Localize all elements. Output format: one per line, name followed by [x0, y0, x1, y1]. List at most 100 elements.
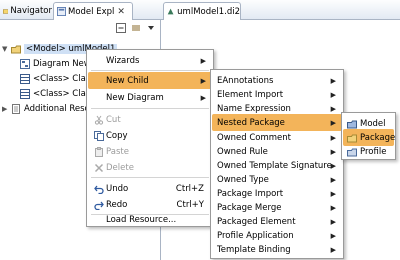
submenu-arrow-icon: ▶	[330, 76, 336, 85]
tab-navigator-label: Navigator	[10, 6, 52, 16]
diagram-file-icon	[167, 8, 174, 15]
editor-tab-bar: umlModel1.di2	[161, 0, 400, 20]
profile-icon	[347, 148, 357, 156]
tree-item-label: <Class> Clas	[33, 74, 91, 84]
tab-navigator[interactable]: Navigator	[0, 2, 52, 20]
submenu-arrow-icon: ▶	[330, 104, 336, 113]
menu-item-shortcut: Ctrl+Y	[176, 199, 204, 210]
tree-item-additional-resources[interactable]: ▶ Additional Resou	[2, 102, 95, 116]
menu-item-profile[interactable]: Profile	[343, 143, 394, 160]
submenu-arrow-icon: ▶	[200, 93, 206, 102]
tab-model-explorer[interactable]: Model Expl ✕	[53, 2, 133, 20]
menu-item-label: Paste	[106, 146, 129, 157]
tree-item-class[interactable]: <Class> Clas	[20, 72, 90, 86]
menu-item-label: Owned Template Signature	[217, 160, 332, 171]
menu-item-label: Owned Comment	[217, 132, 292, 143]
nested-package-submenu: Model Package Profile	[341, 112, 396, 160]
menu-item-label: Owned Rule	[217, 146, 268, 157]
submenu-arrow-icon: ▶	[330, 217, 336, 226]
menu-item-paste[interactable]: Paste	[88, 143, 212, 160]
submenu-arrow-icon: ▶	[330, 161, 336, 170]
tree-item-label: Diagram New	[33, 59, 91, 69]
tree-item-label: Additional Resou	[24, 104, 96, 114]
resources-icon	[12, 104, 20, 114]
menu-item-label: Delete	[106, 162, 134, 173]
context-menu: Wizards ▶ New Child ▶ New Diagram ▶ Cut …	[86, 49, 214, 227]
menu-separator	[91, 70, 209, 71]
menu-separator	[91, 177, 209, 178]
menu-item-label: Package	[360, 132, 396, 143]
view-menu-icon[interactable]	[146, 23, 156, 33]
paste-icon	[95, 146, 103, 157]
menu-item-label: Package Import	[217, 188, 284, 199]
menu-item-label: Model	[360, 118, 386, 129]
menu-item-new-child[interactable]: New Child ▶	[88, 72, 212, 89]
tab-editor-label: umlModel1.di2	[177, 6, 240, 17]
close-icon[interactable]: ✕	[117, 7, 125, 17]
menu-item-label: Cut	[106, 114, 121, 125]
undo-icon	[94, 185, 104, 194]
new-child-submenu: EAnnotations ▶ Element Import ▶ Name Exp…	[210, 69, 344, 259]
class-icon	[20, 74, 30, 84]
menu-item-label: Copy	[106, 130, 128, 141]
submenu-arrow-icon: ▶	[200, 76, 206, 85]
menu-item-label: New Diagram	[106, 92, 164, 103]
collapse-all-icon[interactable]	[116, 23, 126, 33]
menu-item-label: Owned Type	[217, 174, 269, 185]
menu-item-label: Packaged Element	[217, 216, 296, 227]
submenu-arrow-icon: ▶	[330, 231, 336, 240]
menu-item-delete[interactable]: Delete	[88, 159, 212, 176]
submenu-arrow-icon: ▶	[200, 56, 206, 65]
menu-item-cut[interactable]: Cut	[88, 111, 212, 128]
collapse-arrow-icon[interactable]: ▼	[2, 45, 11, 53]
menu-item-label: Undo	[106, 183, 129, 194]
left-view-tab-bar: Navigator Model Expl ✕	[0, 0, 161, 20]
navigator-icon	[3, 8, 9, 14]
cut-icon	[94, 115, 104, 125]
delete-icon	[94, 163, 104, 172]
menu-item-copy[interactable]: Copy	[88, 127, 212, 144]
menu-item-label: EAnnotations	[217, 75, 274, 86]
menu-item-label: Profile	[360, 146, 387, 157]
menu-separator	[91, 108, 209, 109]
menu-item-load-resource[interactable]: Load Resource...	[88, 209, 212, 226]
tab-editor-umlmodel[interactable]: umlModel1.di2	[163, 2, 241, 20]
expand-arrow-icon[interactable]: ▶	[2, 105, 11, 113]
submenu-arrow-icon: ▶	[330, 175, 336, 184]
submenu-arrow-icon: ▶	[330, 147, 336, 156]
menu-item-label: Load Resource...	[106, 215, 177, 225]
menu-item-label: Template Binding	[217, 244, 291, 255]
diagram-icon	[20, 59, 30, 69]
menu-item-label: Nested Package	[217, 117, 285, 128]
link-with-editor-icon[interactable]	[131, 23, 141, 33]
submenu-arrow-icon: ▶	[330, 118, 336, 127]
menu-item-label: Wizards	[106, 55, 140, 66]
class-icon	[20, 89, 30, 99]
menu-item-label: Name Expression	[217, 103, 291, 114]
model-icon	[11, 45, 21, 54]
menu-item-label: New Child	[106, 75, 149, 86]
menu-item-new-diagram[interactable]: New Diagram ▶	[88, 89, 212, 106]
submenu-arrow-icon: ▶	[330, 189, 336, 198]
submenu-arrow-icon: ▶	[330, 90, 336, 99]
model-explorer-icon	[57, 7, 66, 16]
menu-item-template-binding[interactable]: Template Binding ▶	[212, 241, 342, 258]
menu-item-label: Redo	[106, 199, 128, 210]
submenu-arrow-icon: ▶	[330, 203, 336, 212]
copy-icon	[94, 130, 104, 141]
menu-item-shortcut: Ctrl+Z	[175, 183, 204, 194]
submenu-arrow-icon: ▶	[330, 245, 336, 254]
menu-item-label: Package Merge	[217, 202, 282, 213]
tab-model-explorer-label: Model Expl	[68, 6, 115, 17]
menu-item-label: Element Import	[217, 89, 284, 100]
redo-icon	[94, 201, 104, 210]
submenu-arrow-icon: ▶	[330, 133, 336, 142]
model-icon	[347, 120, 357, 128]
menu-item-wizards[interactable]: Wizards ▶	[88, 52, 212, 69]
package-icon	[347, 134, 357, 142]
tree-item-label: <Class> Clas	[33, 89, 91, 99]
tree-item-diagram[interactable]: Diagram New	[20, 57, 91, 71]
tree-item-class[interactable]: <Class> Clas	[20, 87, 90, 101]
view-toolbar	[0, 20, 161, 38]
menu-item-undo[interactable]: Undo Ctrl+Z	[88, 180, 212, 197]
